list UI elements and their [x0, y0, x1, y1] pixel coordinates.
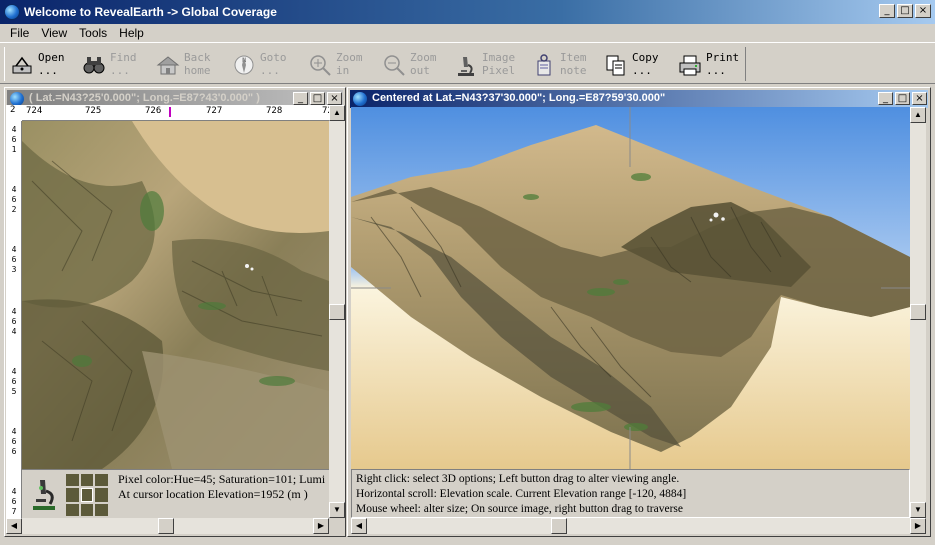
globe-icon — [4, 4, 20, 20]
app-window: Welcome to RevealEarth -> Global Coverag… — [0, 0, 935, 545]
satellite-image[interactable] — [22, 121, 329, 469]
source-window-title: ( Lat.=N43?25'0.000"; Long.=E87?43'0.000… — [29, 92, 260, 104]
note-icon — [537, 54, 551, 76]
3d-close-button[interactable]: × — [912, 92, 927, 105]
source-maximize-button[interactable]: □ — [310, 92, 325, 105]
back-home-label: Back home — [184, 51, 211, 77]
globe-icon — [353, 92, 367, 106]
copy-label: Copy ... — [632, 51, 659, 77]
toolbar: Open ... Find ... Back home N Goto ... Z… — [0, 42, 935, 84]
scroll-thumb[interactable] — [551, 518, 567, 534]
color-sample-grid — [66, 474, 108, 516]
zoom-in-label: Zoom in — [336, 51, 363, 77]
item-note-label: Item note — [560, 51, 587, 77]
source-close-button[interactable]: × — [327, 92, 342, 105]
status-line-1: Right click: select 3D options; Left but… — [356, 473, 680, 485]
ruler-top-tick: 725 — [85, 106, 102, 116]
close-button[interactable]: × — [915, 4, 931, 18]
ruler-left-tick: 4 6 2 — [11, 185, 17, 214]
source-horizontal-scrollbar[interactable]: ◀ ▶ — [6, 518, 329, 534]
home-icon — [156, 56, 180, 75]
menu-bar: File View Tools Help — [0, 24, 935, 42]
copy-button[interactable]: Copy ... — [600, 47, 672, 81]
svg-text:N: N — [242, 57, 247, 64]
scroll-down-button[interactable]: ▼ — [910, 502, 926, 518]
ruler-top-tick: 727 — [206, 106, 223, 116]
scroll-left-button[interactable]: ◀ — [351, 518, 367, 534]
scroll-thumb[interactable] — [910, 304, 926, 320]
ruler-top: 724 725 726 727 728 72 — [22, 105, 329, 121]
scroll-thumb[interactable] — [158, 518, 174, 534]
microscope-icon — [458, 57, 474, 76]
goto-button[interactable]: N Goto ... — [228, 47, 300, 81]
zoom-out-label: Zoom out — [410, 51, 437, 77]
find-button[interactable]: Find ... — [78, 47, 150, 81]
ruler-left-tick: 4 6 6 — [11, 427, 17, 456]
ruler-left-tick: 4 6 4 — [11, 307, 17, 336]
image-pixel-label: Image Pixel — [482, 51, 516, 77]
zoom-out-button[interactable]: Zoom out — [378, 47, 448, 81]
scroll-right-button[interactable]: ▶ — [910, 518, 926, 534]
zoom-in-icon — [310, 55, 331, 76]
scroll-up-button[interactable]: ▲ — [329, 105, 345, 121]
3d-vertical-scrollbar[interactable]: ▲ ▼ — [910, 107, 926, 518]
copy-icon — [606, 55, 625, 76]
scroll-up-button[interactable]: ▲ — [910, 107, 926, 123]
minimize-button[interactable]: _ — [879, 4, 895, 18]
zoom-in-button[interactable]: Zoom in — [304, 47, 374, 81]
status-line-2: Horizontal scroll: Elevation scale. Curr… — [356, 488, 687, 500]
scroll-right-button[interactable]: ▶ — [313, 518, 329, 534]
item-note-button[interactable]: Item note — [528, 47, 598, 81]
microscope-icon — [33, 480, 55, 510]
source-vertical-scrollbar[interactable]: ▲ ▼ — [329, 105, 345, 518]
ruler-top-tick: 728 — [266, 106, 283, 116]
scroll-left-button[interactable]: ◀ — [6, 518, 22, 534]
back-home-button[interactable]: Back home — [152, 47, 226, 81]
compass-icon: N — [234, 55, 254, 75]
open-button[interactable]: Open ... — [6, 47, 76, 81]
3d-window-title: Centered at Lat.=N43?37'30.000"; Long.=E… — [372, 92, 666, 104]
find-label: Find ... — [110, 51, 137, 77]
3d-terrain-view[interactable] — [351, 107, 910, 469]
3d-status-panel: Right click: select 3D options; Left but… — [351, 469, 910, 518]
title-bar[interactable]: Welcome to RevealEarth -> Global Coverag… — [0, 0, 935, 24]
print-button[interactable]: Print ... — [674, 47, 744, 81]
3d-minimize-button[interactable]: _ — [878, 92, 893, 105]
elevation-info: At cursor location Elevation=1952 (m ) — [118, 487, 308, 501]
printer-icon — [679, 55, 701, 76]
3d-window-titlebar[interactable]: Centered at Lat.=N43?37'30.000"; Long.=E… — [350, 90, 928, 108]
ruler-top-tick: 724 — [26, 106, 43, 116]
ruler-left: 4 6 1 4 6 2 4 6 3 4 6 4 4 6 5 4 6 6 4 6 … — [6, 121, 22, 518]
ruler-left-tick: 4 6 3 — [11, 245, 17, 274]
source-minimize-button[interactable]: _ — [293, 92, 308, 105]
ruler-left-tick: 4 6 7 — [11, 487, 17, 516]
ruler-left-tick: 4 6 1 — [11, 125, 17, 154]
print-label: Print ... — [706, 51, 740, 77]
ruler-corner: 2 — [6, 105, 22, 121]
ruler-top-tick: 72 — [322, 106, 329, 116]
globe-icon — [10, 92, 24, 106]
scroll-down-button[interactable]: ▼ — [329, 502, 345, 518]
binoculars-icon — [83, 57, 105, 74]
menu-file[interactable]: File — [4, 24, 35, 42]
elevation-scale-scrollbar[interactable]: ◀ ▶ — [351, 518, 926, 534]
menu-view[interactable]: View — [35, 24, 73, 42]
menu-help[interactable]: Help — [113, 24, 150, 42]
open-label: Open ... — [38, 51, 65, 77]
ruler-left-tick: 4 6 5 — [11, 367, 17, 396]
maximize-button[interactable]: □ — [897, 4, 913, 18]
cursor-marker — [169, 107, 171, 117]
image-pixel-button[interactable]: Image Pixel — [450, 47, 524, 81]
ruler-top-tick: 726 — [145, 106, 162, 116]
pixel-color-info: Pixel color:Hue=45; Saturation=101; Lumi — [118, 472, 326, 486]
scroll-thumb[interactable] — [329, 304, 345, 320]
window-title: Welcome to RevealEarth -> Global Coverag… — [24, 5, 277, 19]
zoom-out-icon — [384, 55, 405, 76]
3d-maximize-button[interactable]: □ — [895, 92, 910, 105]
menu-tools[interactable]: Tools — [73, 24, 113, 42]
pixel-info-panel: Pixel color:Hue=45; Saturation=101; Lumi… — [22, 469, 329, 518]
goto-label: Goto ... — [260, 51, 287, 77]
open-icon — [12, 56, 32, 74]
status-line-3: Mouse wheel: alter size; On source image… — [356, 503, 684, 515]
